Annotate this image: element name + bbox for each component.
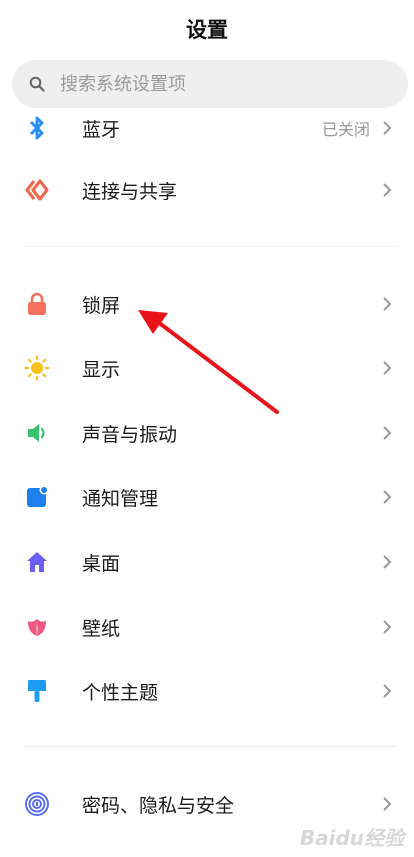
annotation-arrow (138, 310, 279, 414)
